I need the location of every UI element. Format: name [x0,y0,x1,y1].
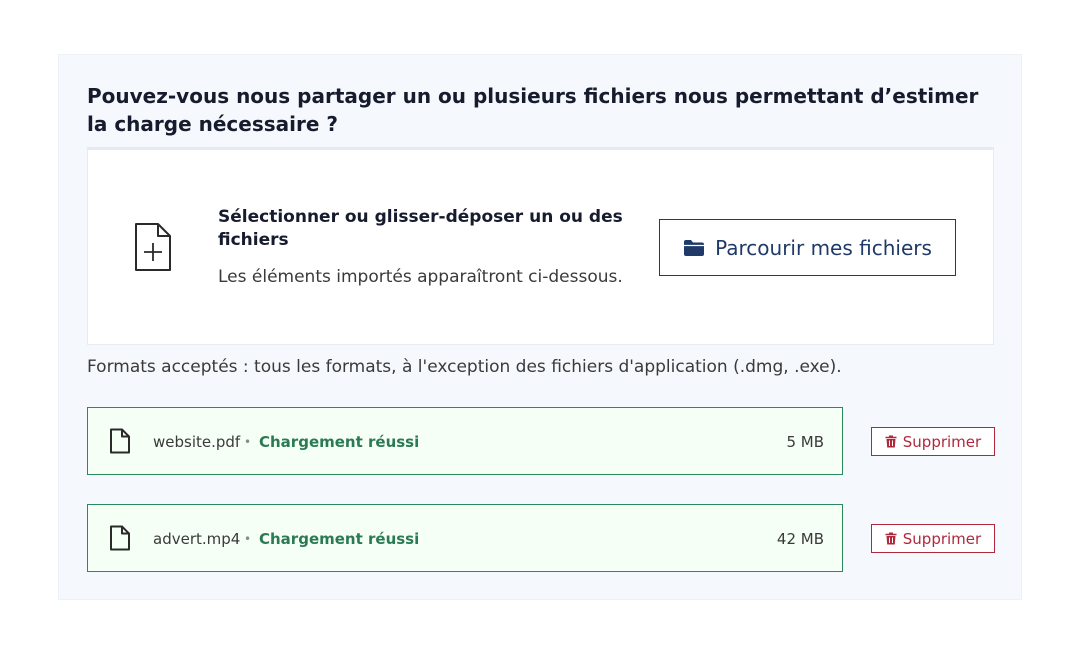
file-plus-icon [135,223,171,271]
dropzone-text: Sélectionner ou glisser-déposer un ou de… [218,206,638,288]
browse-files-label: Parcourir mes fichiers [715,235,932,260]
accepted-formats-note: Formats acceptés : tous les formats, à l… [87,357,842,377]
trash-icon [885,435,897,448]
separator-dot: • [244,435,252,449]
delete-label: Supprimer [902,529,982,548]
upload-status: Chargement réussi [259,433,420,451]
dropzone[interactable]: Sélectionner ou glisser-déposer un ou de… [87,147,994,345]
delete-file-button[interactable]: Supprimer [871,427,995,456]
file-name: website.pdf [153,433,241,451]
document-icon [110,428,130,454]
folder-icon [684,239,705,256]
upload-status: Chargement réussi [259,530,420,548]
file-item: advert.mp4 • Chargement réussi 42 MB [87,504,843,572]
file-size: 5 MB [786,433,824,451]
file-item: website.pdf • Chargement réussi 5 MB [87,407,843,475]
upload-panel: Pouvez-vous nous partager un ou plusieur… [58,54,1022,600]
dropzone-subtitle: Les éléments importés apparaîtront ci-de… [218,267,623,287]
trash-icon [885,532,897,545]
question-heading: Pouvez-vous nous partager un ou plusieur… [87,84,979,136]
file-name: advert.mp4 [153,530,241,548]
dropzone-title: Sélectionner ou glisser-déposer un ou de… [218,207,623,250]
delete-label: Supprimer [902,432,982,451]
delete-file-button[interactable]: Supprimer [871,524,995,553]
file-size: 42 MB [776,530,824,548]
separator-dot: • [244,532,252,546]
browse-files-button[interactable]: Parcourir mes fichiers [659,219,956,276]
document-icon [110,525,130,551]
